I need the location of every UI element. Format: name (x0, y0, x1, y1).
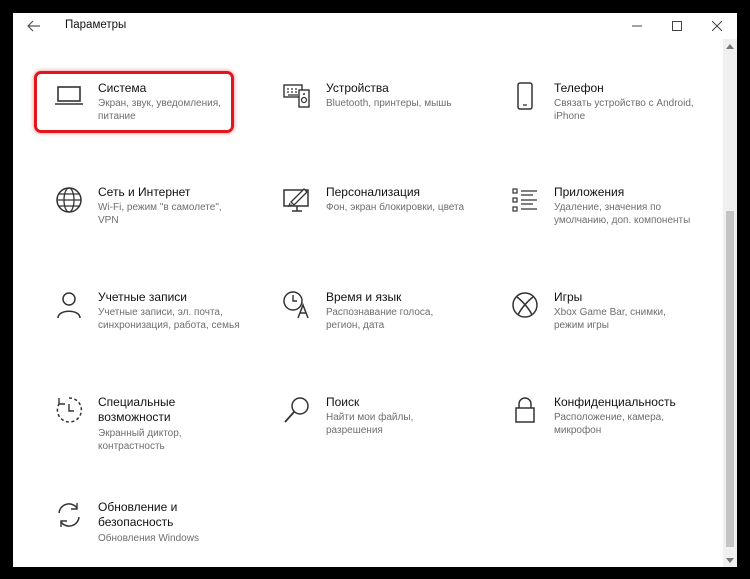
tile-desc: контрастность (98, 441, 165, 452)
tile-desc: Экранный диктор, (98, 428, 182, 439)
tile-privacy[interactable]: Конфиденциальность Расположение, камера,… (508, 393, 718, 473)
chevron-up-icon (726, 43, 734, 49)
tile-desc: Xbox Game Bar, снимки, (554, 307, 666, 318)
accessibility-icon (52, 393, 86, 427)
devices-icon (280, 79, 314, 113)
time-language-icon (280, 288, 314, 322)
tile-title: Время и язык (326, 290, 402, 304)
person-icon (52, 288, 86, 322)
window-title: Параметры (65, 19, 127, 31)
tile-desc: iPhone (554, 111, 586, 122)
tile-title: безопасность (98, 515, 174, 529)
tile-title: Обновление и (98, 500, 178, 514)
personalization-icon (280, 183, 314, 217)
tile-title: Устройства (326, 81, 389, 95)
globe-icon (52, 183, 86, 217)
sync-icon (52, 498, 86, 532)
title-bar: Параметры (13, 13, 737, 39)
tile-desc: Распознавание голоса, (326, 307, 434, 318)
tile-title: Сеть и Интернет (98, 185, 191, 199)
tile-desc: Связать устройство с Android, (554, 98, 694, 109)
settings-grid: Система Экран, звук, уведомления, питани… (13, 39, 723, 567)
tile-accessibility[interactable]: Специальные возможности Экранный диктор,… (52, 393, 262, 473)
tile-title: Телефон (554, 81, 604, 95)
tile-update-security[interactable]: Обновление и безопасность Обновления Win… (52, 498, 262, 567)
tile-accounts[interactable]: Учетные записи Учетные записи, эл. почта… (52, 288, 262, 368)
tile-desc: синхронизация, работа, семья (98, 320, 240, 331)
tile-title: Конфиденциальность (554, 395, 676, 409)
tile-desc: Расположение, камера, (554, 412, 665, 423)
tile-desc: умолчанию, доп. компоненты (554, 215, 691, 226)
tile-desc: Wi-Fi, режим "в самолете", (98, 202, 222, 213)
tile-search[interactable]: Поиск Найти мои файлы, разрешения (280, 393, 490, 473)
tile-network[interactable]: Сеть и Интернет Wi-Fi, режим "в самолете… (52, 183, 262, 263)
apps-list-icon (508, 183, 542, 217)
tile-title: Специальные (98, 395, 176, 409)
tile-gaming[interactable]: Игры Xbox Game Bar, снимки, режим игры (508, 288, 718, 368)
phone-icon (508, 79, 542, 113)
close-icon (712, 21, 722, 31)
tile-title: Персонализация (326, 185, 421, 199)
scrollbar-thumb[interactable] (726, 211, 734, 547)
tile-devices[interactable]: Устройства Bluetooth, принтеры, мышь (280, 79, 490, 159)
tile-title: Игры (554, 290, 583, 304)
search-icon (280, 393, 314, 427)
close-button[interactable] (697, 13, 737, 39)
back-button[interactable] (21, 16, 47, 36)
highlight-frame (34, 71, 234, 133)
tile-desc: разрешения (326, 425, 383, 436)
tile-desc: Удаление, значения по (554, 202, 662, 213)
maximize-button[interactable] (657, 13, 697, 39)
arrow-left-icon (27, 20, 40, 32)
tile-desc: Фон, экран блокировки, цвета (326, 202, 465, 213)
scroll-up-button[interactable] (723, 39, 737, 53)
tile-desc: Учетные записи, эл. почта, (98, 307, 223, 318)
tile-desc: Обновления Windows (98, 533, 199, 544)
tile-title: возможности (98, 410, 171, 424)
lock-icon (508, 393, 542, 427)
settings-window: Параметры Система Экран, звук, уведомлен… (13, 13, 737, 567)
tile-desc: регион, дата (326, 320, 385, 331)
tile-desc: режим игры (554, 320, 609, 331)
tile-desc: Найти мои файлы, (326, 412, 414, 423)
tile-personalization[interactable]: Персонализация Фон, экран блокировки, цв… (280, 183, 490, 263)
chevron-down-icon (726, 557, 734, 563)
minimize-button[interactable] (617, 13, 657, 39)
tile-desc: VPN (98, 215, 119, 226)
xbox-icon (508, 288, 542, 322)
tile-desc: Bluetooth, принтеры, мышь (326, 98, 452, 109)
tile-apps[interactable]: Приложения Удаление, значения по умолчан… (508, 183, 718, 263)
scroll-down-button[interactable] (723, 553, 737, 567)
maximize-icon (672, 21, 682, 31)
tile-phone[interactable]: Телефон Связать устройство с Android, iP… (508, 79, 718, 159)
minimize-icon (632, 25, 642, 27)
tile-title: Поиск (326, 395, 360, 409)
tile-time-language[interactable]: Время и язык Распознавание голоса, регио… (280, 288, 490, 368)
tile-title: Приложения (554, 185, 625, 199)
tile-title: Учетные записи (98, 290, 187, 304)
tile-desc: микрофон (554, 425, 602, 436)
scrollbar[interactable] (723, 39, 737, 567)
